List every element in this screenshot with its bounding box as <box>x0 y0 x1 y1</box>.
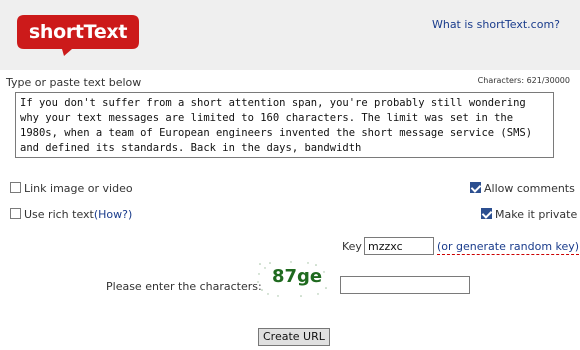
text-input-label: Type or paste text below <box>6 76 142 89</box>
rich-text-checkbox[interactable] <box>10 208 21 219</box>
captcha-label: Please enter the characters: <box>106 280 262 293</box>
captcha-input[interactable] <box>340 276 470 294</box>
create-url-button[interactable]: Create URL <box>258 328 330 346</box>
link-media-checkbox[interactable] <box>10 182 21 193</box>
key-label: Key <box>342 240 362 253</box>
shorttext-logo[interactable]: shortText <box>16 14 140 56</box>
text-area-container: If you don't suffer from a short attenti… <box>15 92 554 158</box>
character-counter: Characters: 621/30000 <box>477 76 570 85</box>
what-is-shorttext-link[interactable]: What is shortText.com? <box>432 18 560 31</box>
header-bar: shortText What is shortText.com? <box>0 0 580 70</box>
captcha-characters: 87ge <box>272 266 323 287</box>
generate-random-key-link[interactable]: (or generate random key) <box>437 240 580 255</box>
allow-comments-label: Allow comments <box>484 182 575 195</box>
link-media-label: Link image or video <box>24 182 133 195</box>
key-input[interactable] <box>364 237 434 255</box>
rich-text-how-link[interactable]: (How?) <box>94 208 132 221</box>
make-private-checkbox[interactable] <box>481 208 492 219</box>
allow-comments-checkbox[interactable] <box>470 182 481 193</box>
rich-text-label: Use rich text(How?) <box>24 208 132 221</box>
message-textarea[interactable]: If you don't suffer from a short attenti… <box>16 93 553 157</box>
logo-text: shortText <box>28 21 128 43</box>
make-private-label: Make it private <box>495 208 578 221</box>
rich-text-text: Use rich text <box>24 208 94 221</box>
